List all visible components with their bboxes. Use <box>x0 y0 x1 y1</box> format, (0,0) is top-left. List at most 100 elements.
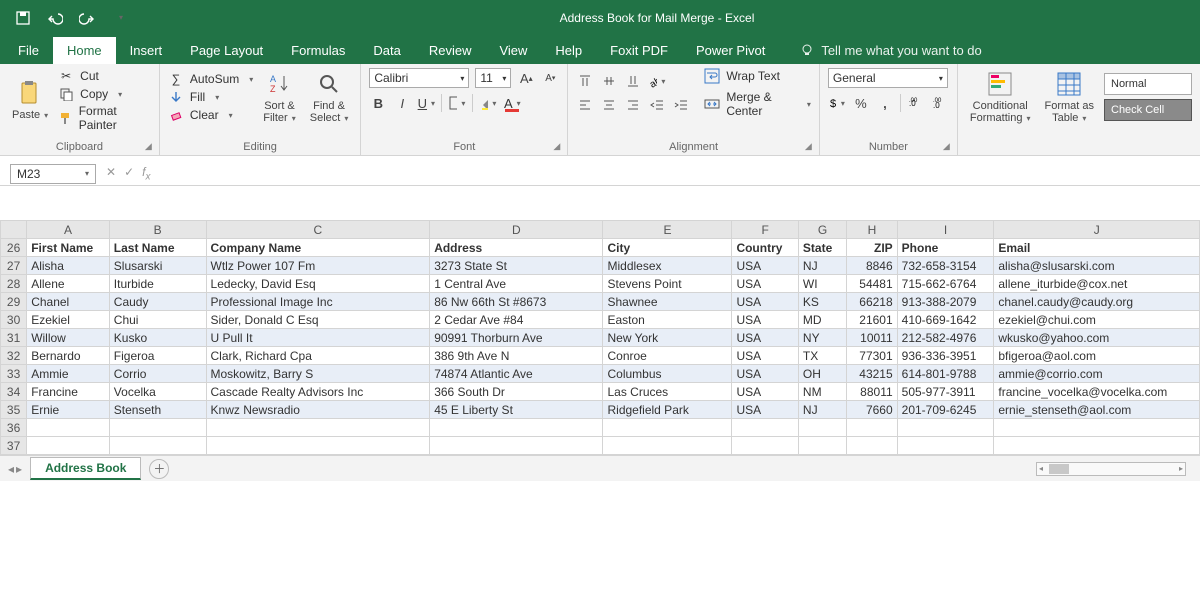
cell[interactable]: KS <box>798 293 846 311</box>
cell[interactable]: bfigeroa@aol.com <box>994 347 1200 365</box>
align-left-icon[interactable] <box>576 96 594 114</box>
cell[interactable]: 54481 <box>847 275 897 293</box>
cell[interactable]: New York <box>603 329 732 347</box>
dialog-launcher-icon[interactable]: ◢ <box>145 141 157 153</box>
row-header[interactable]: 37 <box>1 437 27 455</box>
cell[interactable]: Las Cruces <box>603 383 732 401</box>
sort-filter-button[interactable]: AZ Sort & Filter <box>259 68 299 126</box>
cell[interactable] <box>994 437 1200 455</box>
cell[interactable]: Chanel <box>27 293 110 311</box>
cell[interactable]: 936-336-3951 <box>897 347 994 365</box>
cell[interactable]: 505-977-3911 <box>897 383 994 401</box>
column-header[interactable]: E <box>603 221 732 239</box>
borders-button[interactable] <box>448 94 466 112</box>
cell[interactable]: MD <box>798 311 846 329</box>
font-size-select[interactable]: 11▾ <box>475 68 511 88</box>
row-header[interactable]: 36 <box>1 419 27 437</box>
cell[interactable] <box>109 437 206 455</box>
comma-format-icon[interactable]: , <box>876 94 894 112</box>
cell[interactable]: 732-658-3154 <box>897 257 994 275</box>
cell[interactable]: wkusko@yahoo.com <box>994 329 1200 347</box>
cell[interactable]: Ridgefield Park <box>603 401 732 419</box>
cell[interactable]: 913-388-2079 <box>897 293 994 311</box>
increase-indent-icon[interactable] <box>672 96 690 114</box>
italic-button[interactable]: I <box>393 94 411 112</box>
cell[interactable]: Iturbide <box>109 275 206 293</box>
percent-format-icon[interactable]: % <box>852 94 870 112</box>
row-header[interactable]: 35 <box>1 401 27 419</box>
increase-font-icon[interactable]: A▴ <box>517 69 535 87</box>
tab-insert[interactable]: Insert <box>116 37 177 64</box>
wrap-text-button[interactable]: Wrap Text <box>704 68 811 84</box>
cell[interactable]: WI <box>798 275 846 293</box>
cell[interactable]: Phone <box>897 239 994 257</box>
conditional-formatting-button[interactable]: Conditional Formatting <box>966 68 1035 126</box>
horizontal-scrollbar[interactable]: ◂▸ <box>1036 462 1186 476</box>
cell[interactable]: 88011 <box>847 383 897 401</box>
cell[interactable]: NJ <box>798 401 846 419</box>
cell[interactable]: 77301 <box>847 347 897 365</box>
align-center-icon[interactable] <box>600 96 618 114</box>
cell[interactable]: USA <box>732 329 798 347</box>
cell[interactable]: NY <box>798 329 846 347</box>
dialog-launcher-icon[interactable]: ◢ <box>553 141 565 153</box>
fx-icon[interactable]: fx <box>142 165 150 182</box>
cell[interactable]: Company Name <box>206 239 430 257</box>
format-painter-button[interactable]: Format Painter <box>58 104 151 132</box>
increase-decimal-icon[interactable]: .0.00 <box>907 94 925 112</box>
cell[interactable]: Ezekiel <box>27 311 110 329</box>
row-header[interactable]: 29 <box>1 293 27 311</box>
cell[interactable] <box>109 419 206 437</box>
cell[interactable]: USA <box>732 365 798 383</box>
row-header[interactable]: 34 <box>1 383 27 401</box>
save-icon[interactable] <box>14 9 32 27</box>
cell[interactable]: USA <box>732 401 798 419</box>
cell[interactable]: USA <box>732 293 798 311</box>
cell[interactable]: alisha@slusarski.com <box>994 257 1200 275</box>
cell[interactable]: 1 Central Ave <box>430 275 603 293</box>
cell[interactable] <box>27 437 110 455</box>
cell[interactable] <box>732 419 798 437</box>
format-as-table-button[interactable]: Format as Table <box>1040 68 1098 126</box>
merge-center-button[interactable]: Merge & Center <box>704 90 811 118</box>
qat-customize-icon[interactable] <box>110 9 128 27</box>
autosum-button[interactable]: ∑AutoSum <box>168 71 253 87</box>
cell[interactable] <box>847 419 897 437</box>
tab-help[interactable]: Help <box>541 37 596 64</box>
sheet-prev-icon[interactable]: ◂ <box>8 462 14 476</box>
sheet-tab[interactable]: Address Book <box>30 457 141 480</box>
bold-button[interactable]: B <box>369 94 387 112</box>
select-all-corner[interactable] <box>1 221 27 239</box>
column-header[interactable]: F <box>732 221 798 239</box>
align-right-icon[interactable] <box>624 96 642 114</box>
column-header[interactable]: H <box>847 221 897 239</box>
cell[interactable]: TX <box>798 347 846 365</box>
copy-button[interactable]: Copy <box>58 86 151 102</box>
cell[interactable]: 90991 Thorburn Ave <box>430 329 603 347</box>
align-middle-icon[interactable] <box>600 72 618 90</box>
cell[interactable] <box>430 419 603 437</box>
cell[interactable]: Bernardo <box>27 347 110 365</box>
spreadsheet-grid[interactable]: ABCDEFGHIJ 26First NameLast NameCompany … <box>0 220 1200 455</box>
tab-data[interactable]: Data <box>359 37 414 64</box>
cell[interactable]: U Pull It <box>206 329 430 347</box>
formula-input[interactable] <box>160 164 1200 184</box>
cell[interactable]: Corrio <box>109 365 206 383</box>
sheet-next-icon[interactable]: ▸ <box>16 462 22 476</box>
cell[interactable]: 74874 Atlantic Ave <box>430 365 603 383</box>
cell[interactable]: 410-669-1642 <box>897 311 994 329</box>
cell[interactable]: Stenseth <box>109 401 206 419</box>
cell[interactable]: USA <box>732 311 798 329</box>
column-header[interactable]: B <box>109 221 206 239</box>
tab-file[interactable]: File <box>4 37 53 64</box>
cell[interactable] <box>603 437 732 455</box>
align-bottom-icon[interactable] <box>624 72 642 90</box>
cancel-formula-icon[interactable]: ✕ <box>106 165 116 182</box>
style-normal[interactable]: Normal <box>1104 73 1192 95</box>
column-header[interactable]: D <box>430 221 603 239</box>
cell[interactable]: 8846 <box>847 257 897 275</box>
number-format-select[interactable]: General▾ <box>828 68 948 88</box>
cell[interactable]: Caudy <box>109 293 206 311</box>
cell[interactable] <box>798 437 846 455</box>
row-header[interactable]: 26 <box>1 239 27 257</box>
